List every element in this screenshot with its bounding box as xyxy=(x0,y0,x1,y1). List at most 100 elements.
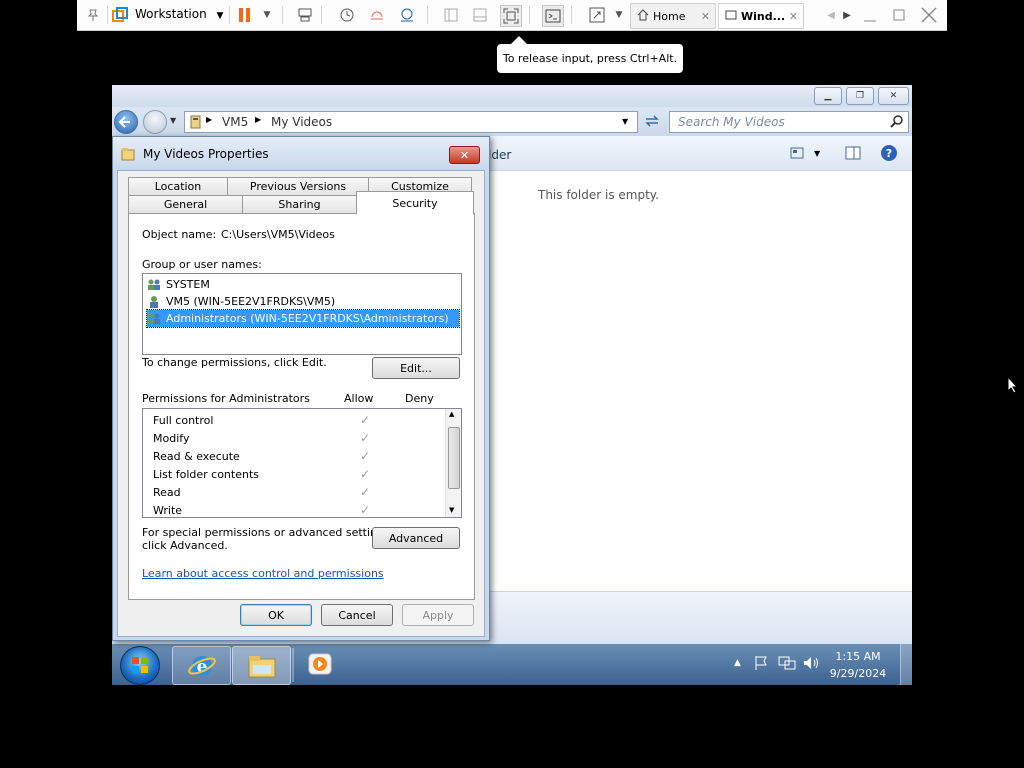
advanced-button[interactable]: Advanced xyxy=(372,527,460,549)
volume-icon[interactable] xyxy=(802,655,820,674)
user-group-icon xyxy=(148,279,160,290)
close-icon[interactable] xyxy=(919,5,939,25)
snapshot-manager-icon[interactable] xyxy=(397,5,417,25)
snapshot-icon[interactable] xyxy=(337,5,357,25)
refresh-button[interactable] xyxy=(642,112,664,132)
preview-pane-icon[interactable] xyxy=(845,146,861,163)
search-box[interactable]: Search My Videos xyxy=(669,111,909,133)
cancel-button[interactable]: Cancel xyxy=(321,604,393,626)
maximize-icon[interactable] xyxy=(889,5,909,25)
close-button[interactable]: ✕ xyxy=(878,87,909,105)
back-button[interactable] xyxy=(114,110,138,134)
learn-access-control-link[interactable]: Learn about access control and permissio… xyxy=(142,567,384,580)
chevron-down-icon[interactable]: ▼ xyxy=(814,149,820,158)
chevron-down-icon: ▼ xyxy=(216,11,224,21)
tab-vm[interactable]: Wind... ✕ xyxy=(718,3,804,29)
tab-location-label: Location xyxy=(154,180,202,193)
taskbar-internet-explorer[interactable]: e xyxy=(172,646,231,685)
apply-button[interactable]: Apply xyxy=(402,604,474,626)
list-item-vm5[interactable]: VM5 (WIN-5EE2V1FRDKS\VM5) xyxy=(147,293,459,310)
windows-logo-icon xyxy=(132,657,148,673)
show-hidden-icons-icon[interactable]: ▲ xyxy=(734,658,741,668)
start-button[interactable] xyxy=(120,646,160,685)
thumbnail-bar-icon[interactable] xyxy=(470,5,490,25)
tab-vm-label: Wind... xyxy=(741,9,786,23)
scroll-right-icon[interactable]: ▶ xyxy=(837,5,857,25)
action-center-flag-icon[interactable] xyxy=(754,655,768,674)
send-ctrl-alt-del-icon[interactable] xyxy=(295,5,315,25)
tab-home[interactable]: Home ✕ xyxy=(630,3,716,29)
workstation-label: Workstation xyxy=(135,7,207,21)
ok-button-label: OK xyxy=(268,608,284,622)
close-icon[interactable]: ✕ xyxy=(789,10,798,23)
chevron-down-icon[interactable]: ▼ xyxy=(257,5,277,25)
help-icon[interactable]: ? xyxy=(880,144,898,165)
dialog-body: Location Previous Versions Customize Gen… xyxy=(117,170,485,637)
network-icon[interactable] xyxy=(778,655,796,674)
permission-name: Read xyxy=(153,485,181,499)
list-item-system[interactable]: SYSTEM xyxy=(147,276,459,293)
user-list[interactable]: SYSTEM VM5 (WIN-5EE2V1FRDKS\VM5) Adminis… xyxy=(142,273,462,355)
tab-general-label: General xyxy=(163,198,208,211)
tab-previous-versions[interactable]: Previous Versions xyxy=(227,177,369,195)
tab-security[interactable]: Security xyxy=(356,191,474,215)
permissions-scrollbar[interactable]: ▲ ▼ xyxy=(445,409,461,517)
tab-security-label: Security xyxy=(392,196,438,210)
edit-button[interactable]: Edit... xyxy=(372,357,460,379)
recent-pages-chevron-icon[interactable]: ▼ xyxy=(170,116,176,125)
workstation-logo-icon xyxy=(110,5,130,25)
dialog-title: My Videos Properties xyxy=(143,147,269,161)
chevron-down-icon[interactable]: ▼ xyxy=(609,5,629,25)
library-icon xyxy=(190,115,202,132)
scroll-down-icon[interactable]: ▼ xyxy=(449,506,454,514)
tab-general[interactable]: General xyxy=(128,195,243,213)
show-desktop-button[interactable] xyxy=(900,644,912,685)
permission-row: Modify ✓ xyxy=(153,429,443,447)
allow-check-icon: ✓ xyxy=(360,431,371,445)
scrollbar-thumb[interactable] xyxy=(448,427,460,489)
change-view-icon[interactable] xyxy=(790,147,804,162)
scroll-up-icon[interactable]: ▲ xyxy=(449,410,454,418)
allow-check-icon: ✓ xyxy=(360,449,371,463)
close-icon[interactable]: ✕ xyxy=(701,10,710,23)
pause-icon[interactable] xyxy=(235,5,255,25)
minimize-icon[interactable] xyxy=(860,5,880,25)
advanced-hint-line2: click Advanced. xyxy=(142,539,228,552)
stretch-icon[interactable] xyxy=(587,5,607,25)
list-item-administrators[interactable]: Administrators (WIN-5EE2V1FRDKS\Administ… xyxy=(146,309,460,328)
restore-button[interactable]: ❐ xyxy=(846,87,874,105)
toolbar-separator xyxy=(321,6,322,24)
breadcrumb-my-videos[interactable]: My Videos xyxy=(271,115,332,129)
sidebar-toggle-icon[interactable] xyxy=(441,5,461,25)
taskbar-media-player[interactable] xyxy=(308,653,332,678)
tab-sharing[interactable]: Sharing xyxy=(242,195,357,213)
pin-icon[interactable] xyxy=(83,5,103,25)
dialog-close-button[interactable]: ✕ xyxy=(449,146,480,164)
folder-icon xyxy=(248,655,275,677)
revert-snapshot-icon[interactable] xyxy=(367,5,387,25)
allow-check-icon: ✓ xyxy=(360,503,371,517)
permission-row: Read ✓ xyxy=(153,483,443,501)
permission-row: Read & execute ✓ xyxy=(153,447,443,465)
chevron-down-icon[interactable]: ▼ xyxy=(622,117,628,126)
workstation-menu[interactable]: Workstation ▼ xyxy=(135,7,223,21)
permission-row: List folder contents ✓ xyxy=(153,465,443,483)
new-folder-button-label[interactable]: lder xyxy=(488,148,511,162)
clock-time: 1:15 AM xyxy=(835,650,881,663)
system-clock[interactable]: 1:15 AM 9/29/2024 xyxy=(828,648,888,682)
ok-button[interactable]: OK xyxy=(240,604,312,626)
tab-location[interactable]: Location xyxy=(128,177,228,195)
permission-name: Full control xyxy=(153,413,214,427)
address-bar[interactable]: ▶ VM5 ▶ My Videos ▼ xyxy=(184,111,638,133)
minimize-button[interactable]: ▁ xyxy=(814,87,842,105)
console-view-icon[interactable] xyxy=(542,5,564,27)
explorer-address-row: ▼ ▶ VM5 ▶ My Videos ▼ Search My Videos xyxy=(112,107,912,136)
forward-button[interactable] xyxy=(143,110,167,134)
taskbar-windows-explorer[interactable] xyxy=(232,646,291,685)
breadcrumb-vm5[interactable]: VM5 xyxy=(222,115,248,129)
search-icon[interactable] xyxy=(890,114,904,131)
svg-text:?: ? xyxy=(886,147,892,160)
internet-explorer-icon: e xyxy=(187,655,216,677)
full-screen-icon[interactable] xyxy=(500,5,522,27)
breadcrumb-chevron-icon: ▶ xyxy=(206,115,213,124)
